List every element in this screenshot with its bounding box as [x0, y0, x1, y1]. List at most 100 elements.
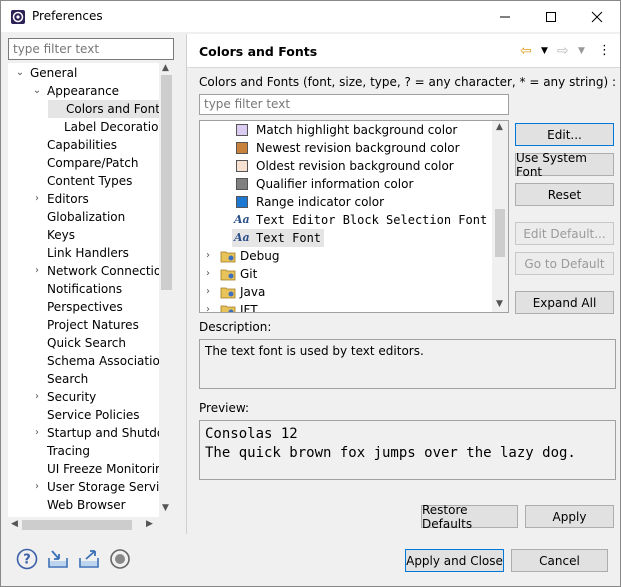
left-vertical-scrollbar[interactable]: ▲ ▼ [159, 63, 174, 517]
tree-item-label: Web Browser [47, 498, 126, 512]
close-button[interactable] [574, 1, 620, 32]
scroll-down-icon[interactable]: ▼ [162, 503, 169, 513]
close-icon [591, 11, 603, 22]
chevron-right-icon[interactable]: › [31, 190, 43, 208]
tree-item[interactable]: Colors and Fonts [48, 100, 169, 118]
sash-divider[interactable] [186, 34, 187, 534]
chevron-right-icon[interactable]: › [31, 478, 43, 496]
color-swatch [236, 142, 248, 154]
import-icon[interactable] [47, 548, 69, 570]
tree-item-label: Notifications [47, 282, 123, 296]
tree-item[interactable]: Notifications [31, 280, 122, 298]
tree-item-label: UI Freeze Monitoring [47, 462, 171, 476]
right-vertical-scrollbar[interactable]: ▲ ▼ [492, 121, 508, 312]
tree-item-label: Appearance [47, 84, 120, 98]
page-title: Colors and Fonts [199, 44, 318, 59]
left-filter-input[interactable]: type filter text [8, 38, 174, 60]
edit-button[interactable]: Edit... [515, 123, 614, 146]
forward-dropdown-icon[interactable]: ▼ [578, 46, 585, 56]
maximize-icon [546, 11, 556, 22]
chevron-down-icon[interactable]: ⌄ [14, 64, 26, 82]
right-filter-input[interactable]: type filter text [199, 94, 509, 115]
font-icon: Aa [234, 231, 250, 244]
record-icon[interactable] [109, 548, 131, 570]
tree-item[interactable]: Compare/Patch [31, 154, 138, 172]
tree-item[interactable]: Service Policies [31, 406, 140, 424]
page-header: Colors and Fonts ⇦ ▼ ⇨ ▼ ⋮ [187, 34, 620, 68]
back-dropdown-icon[interactable]: ▼ [541, 46, 548, 56]
minimize-button[interactable] [482, 1, 528, 32]
export-icon[interactable] [78, 548, 100, 570]
chevron-right-icon[interactable]: › [206, 283, 210, 301]
colors-fonts-subtitle: Colors and Fonts (font, size, type, ? = … [199, 75, 617, 89]
scroll-down-icon[interactable]: ▼ [496, 299, 503, 309]
description-text: The text font is used by text editors. [205, 344, 424, 358]
tree-item[interactable]: Tracing [31, 442, 90, 460]
color-swatch [236, 124, 248, 136]
back-arrow-icon[interactable]: ⇦ [520, 43, 532, 59]
preview-font-name: Consolas 12 [205, 426, 298, 442]
tree-item-label: Perspectives [47, 300, 123, 314]
tree-item[interactable]: Globalization [31, 208, 125, 226]
list-item-selected[interactable]: Aa Text Font [232, 229, 324, 247]
scroll-right-icon[interactable]: ▶ [146, 519, 153, 529]
left-scroll-thumb[interactable] [161, 75, 172, 290]
tree-item[interactable]: Capabilities [31, 136, 117, 154]
chevron-down-icon[interactable]: ⌄ [31, 82, 43, 100]
left-horizontal-scrollbar[interactable]: ◀ ▶ [8, 517, 159, 533]
tree-item-label: Capabilities [47, 138, 117, 152]
tree-item[interactable]: Label Decorations [48, 118, 172, 136]
chevron-right-icon[interactable]: › [31, 262, 43, 280]
reset-button[interactable]: Reset [515, 183, 614, 206]
tree-item[interactable]: Project Natures [31, 316, 139, 334]
apply-button[interactable]: Apply [525, 505, 614, 528]
tree-item[interactable]: UI Freeze Monitoring [31, 460, 170, 478]
tree-item[interactable]: › Security [31, 388, 96, 406]
tree-item[interactable]: › Editors [31, 190, 89, 208]
chevron-right-icon[interactable]: › [31, 424, 43, 442]
chevron-right-icon[interactable]: › [206, 247, 210, 265]
scroll-up-icon[interactable]: ▲ [162, 63, 169, 73]
tree-item[interactable]: ⌄ Appearance [31, 82, 119, 100]
svg-text:?: ? [23, 553, 31, 568]
tree-item[interactable]: Schema Associations [31, 352, 174, 370]
tree-item[interactable]: Perspectives [31, 298, 123, 316]
go-to-default-button[interactable]: Go to Default [515, 252, 614, 275]
tree-item[interactable]: › User Storage Service [31, 478, 173, 496]
cancel-button[interactable]: Cancel [511, 549, 608, 572]
apply-and-close-button[interactable]: Apply and Close [405, 549, 504, 572]
minimize-icon [500, 16, 510, 17]
colors-fonts-tree: Match highlight background color Newest … [199, 120, 509, 313]
more-options-icon[interactable]: ⋮ [598, 43, 611, 58]
title-bar[interactable]: Preferences [1, 1, 620, 32]
scroll-up-icon[interactable]: ▲ [496, 122, 503, 132]
tree-item[interactable]: Link Handlers [31, 244, 129, 262]
left-hscroll-thumb[interactable] [22, 520, 132, 530]
color-swatch [236, 196, 248, 208]
tree-item[interactable]: › Startup and Shutdown [31, 424, 174, 442]
tree-item[interactable]: Search [31, 370, 88, 388]
description-box: The text font is used by text editors. [199, 339, 616, 389]
expand-all-button[interactable]: Expand All [515, 291, 614, 314]
tree-item[interactable]: › Network Connections [31, 262, 174, 280]
tree-item[interactable]: Quick Search [31, 334, 126, 352]
restore-defaults-button[interactable]: Restore Defaults [421, 503, 518, 531]
chevron-right-icon[interactable]: › [31, 388, 43, 406]
chevron-right-icon[interactable]: › [206, 301, 210, 312]
maximize-button[interactable] [528, 1, 574, 32]
tree-item[interactable]: ⌄ General [14, 64, 78, 82]
tree-item-label: Search [47, 372, 89, 386]
preview-label: Preview: [199, 401, 250, 415]
edit-default-button[interactable]: Edit Default... [515, 222, 614, 245]
tree-item[interactable]: Content Types [31, 172, 132, 190]
right-scroll-thumb[interactable] [495, 209, 505, 257]
tree-item[interactable]: Keys [31, 226, 75, 244]
forward-arrow-icon[interactable]: ⇨ [557, 43, 569, 59]
tree-item[interactable]: Web Browser [31, 496, 126, 514]
color-swatch [236, 160, 248, 172]
tree-item-label: Security [47, 390, 97, 404]
scroll-left-icon[interactable]: ◀ [11, 519, 18, 529]
use-system-font-button[interactable]: Use System Font [515, 151, 614, 179]
help-icon[interactable]: ? [16, 548, 38, 570]
chevron-right-icon[interactable]: › [206, 265, 210, 283]
